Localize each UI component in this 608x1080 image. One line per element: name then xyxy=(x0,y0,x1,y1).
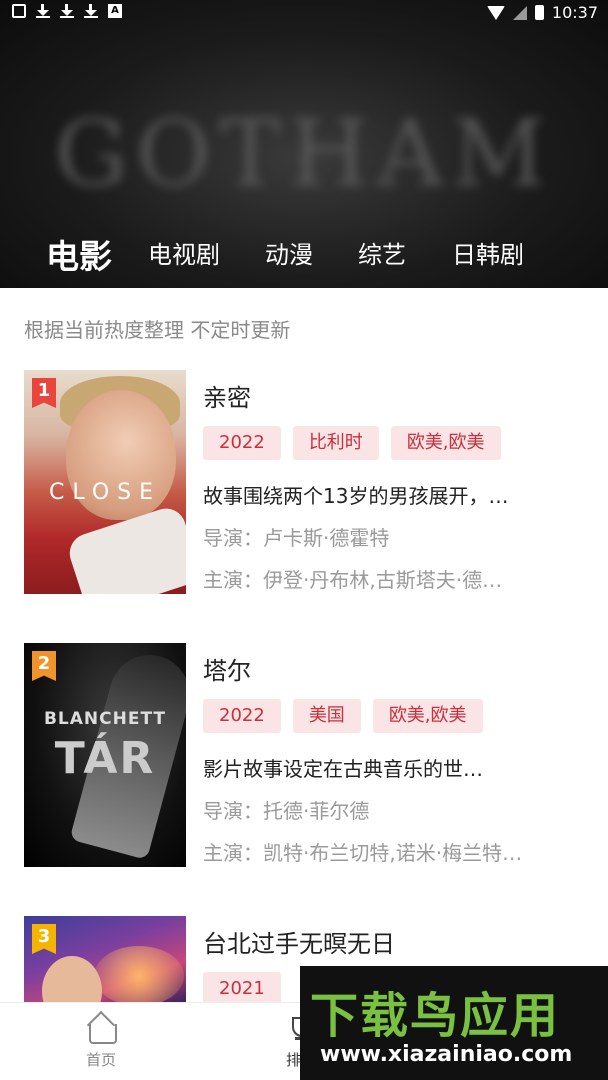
download-notification-icon xyxy=(84,4,98,18)
region-tag: 比利时 xyxy=(292,426,379,460)
download-notification-icon xyxy=(36,4,50,18)
list-item[interactable]: CLOSE 1 亲密 2022 比利时 欧美,欧美 故事围绕两个13岁的男孩展开… xyxy=(0,370,608,600)
movie-description: 影片故事设定在古典音乐的世… xyxy=(203,757,483,781)
movie-director: 导演：托德·菲尔德 xyxy=(203,799,370,823)
ranking-subtitle: 根据当前热度整理 不定时更新 xyxy=(24,318,291,342)
movie-director: 导演：卢卡斯·德霍特 xyxy=(203,526,390,550)
movie-poster[interactable]: BLANCHETT TÁR 2 xyxy=(24,643,186,867)
year-tag: 2022 xyxy=(203,426,281,460)
tag-list: 2022 美国 欧美,欧美 xyxy=(203,699,483,733)
tab-movie[interactable]: 电影 xyxy=(46,232,112,282)
battery-icon xyxy=(534,5,544,20)
tag-list: 2021 xyxy=(203,972,281,1006)
rank-badge: 1 xyxy=(32,378,56,408)
year-tag: 2022 xyxy=(203,699,281,733)
tag-list: 2022 比利时 欧美,欧美 xyxy=(203,426,501,460)
genre-tag: 欧美,欧美 xyxy=(390,426,501,460)
app-notification-icon: A xyxy=(108,4,122,18)
poster-title-text: CLOSE xyxy=(48,480,161,505)
signal-icon xyxy=(512,5,527,20)
tab-variety[interactable]: 综艺 xyxy=(358,232,406,278)
tab-tv-series[interactable]: 电视剧 xyxy=(148,232,220,278)
tab-japan-korea-drama[interactable]: 日韩剧 xyxy=(452,232,524,278)
region-tag: 美国 xyxy=(292,699,361,733)
nav-home[interactable]: 首页 xyxy=(56,1013,146,1070)
movie-poster[interactable]: CLOSE 1 xyxy=(24,370,186,594)
tab-anime[interactable]: 动漫 xyxy=(265,232,313,278)
rank-badge: 3 xyxy=(32,924,56,954)
genre-tag: 欧美,欧美 xyxy=(372,699,483,733)
home-icon xyxy=(86,1013,117,1044)
poster-title-text: TÁR xyxy=(54,733,156,784)
watermark-url: www.xiazainiao.com xyxy=(320,1042,573,1067)
movie-title[interactable]: 台北过手无暝无日 xyxy=(203,924,395,959)
header-banner: GOTHAM A 10:37 电影 电视剧 动漫 综艺 日韩剧 xyxy=(0,0,608,288)
movie-title[interactable]: 塔尔 xyxy=(203,651,251,686)
poster-actor-text: BLANCHETT xyxy=(43,709,167,729)
wifi-icon xyxy=(486,5,505,20)
status-time: 10:37 xyxy=(551,3,598,22)
list-item[interactable]: BLANCHETT TÁR 2 塔尔 2022 美国 欧美,欧美 影片故事设定在… xyxy=(0,643,608,873)
year-tag: 2021 xyxy=(203,972,281,1006)
movie-title[interactable]: 亲密 xyxy=(203,378,251,413)
watermark-title: 下载鸟应用 xyxy=(310,988,561,1044)
rank-badge: 2 xyxy=(32,651,56,681)
movie-cast: 主演：伊登·丹布林,古斯塔夫·德… xyxy=(203,568,503,592)
image-notification-icon xyxy=(12,4,26,18)
download-notification-icon xyxy=(60,4,74,18)
site-watermark: 下载鸟应用 www.xiazainiao.com xyxy=(300,966,608,1080)
movie-description: 故事围绕两个13岁的男孩展开，… xyxy=(203,484,509,508)
category-tabs: 电影 电视剧 动漫 综艺 日韩剧 xyxy=(0,232,608,282)
status-bar: A 10:37 xyxy=(0,0,608,26)
banner-background-text: GOTHAM xyxy=(54,100,554,207)
movie-poster[interactable]: 3 xyxy=(24,916,186,1006)
movie-cast: 主演：凯特·布兰切特,诺米·梅兰特… xyxy=(203,841,523,865)
nav-home-label: 首页 xyxy=(85,1051,116,1069)
